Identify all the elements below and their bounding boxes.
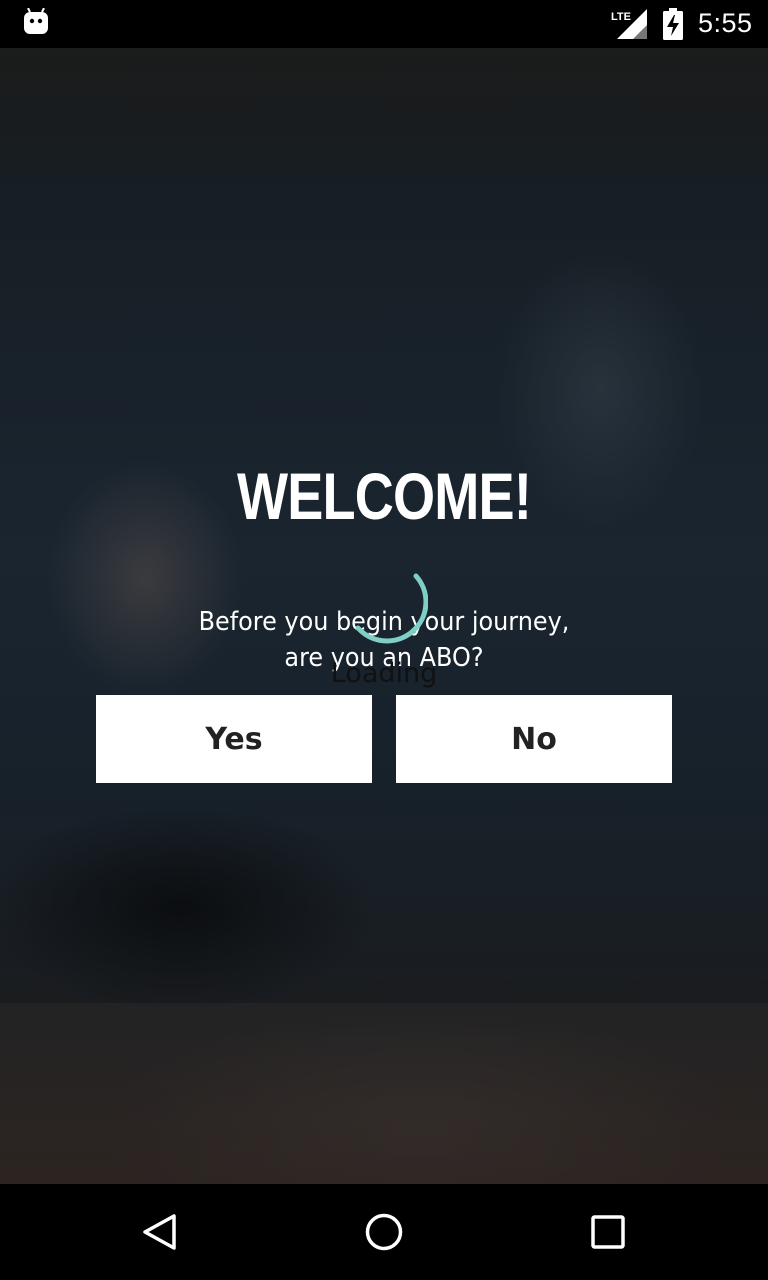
back-icon[interactable]: [140, 1212, 180, 1252]
navigation-bar: [0, 1184, 768, 1280]
background-photo-ground: [0, 1003, 768, 1184]
lte-signal-icon: LTE: [611, 9, 647, 39]
home-icon[interactable]: [364, 1212, 404, 1252]
lte-label: LTE: [611, 11, 631, 23]
welcome-screen: WELCOME! Before you begin your journey, …: [0, 48, 768, 1184]
welcome-title: WELCOME!: [236, 459, 532, 533]
loading-label: Loading: [330, 658, 438, 689]
loading-spinner-icon: [355, 573, 428, 644]
battery-charging-icon: [663, 8, 683, 40]
status-bar: LTE 5:55: [0, 0, 768, 48]
recents-icon[interactable]: [588, 1212, 628, 1252]
yes-button[interactable]: Yes: [96, 695, 372, 783]
background-photo-top: [0, 48, 768, 188]
no-button[interactable]: No: [396, 695, 672, 783]
status-time: 5:55: [698, 8, 753, 38]
android-icon: [24, 8, 48, 34]
